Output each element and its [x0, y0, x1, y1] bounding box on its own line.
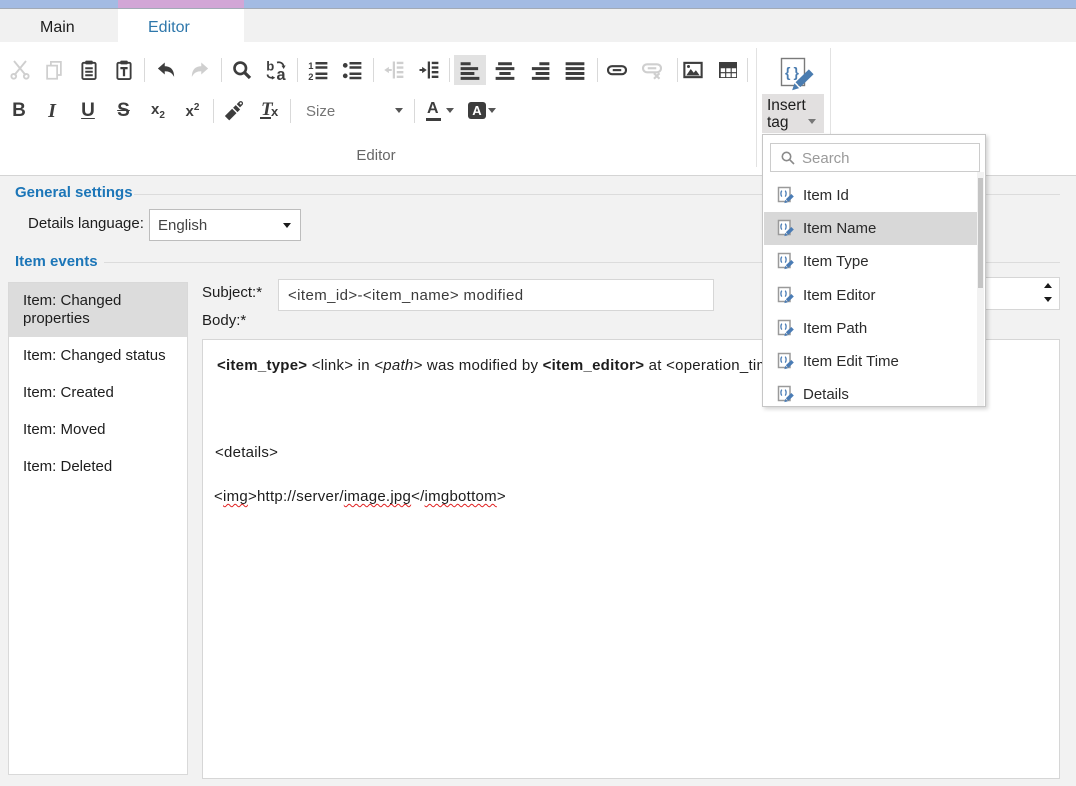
svg-text:1: 1 [308, 61, 313, 71]
svg-text:{: { [785, 64, 791, 80]
svg-text:}: } [794, 64, 800, 80]
svg-text:a: a [277, 66, 287, 80]
svg-text:2: 2 [308, 72, 313, 80]
svg-text:b: b [266, 60, 274, 74]
